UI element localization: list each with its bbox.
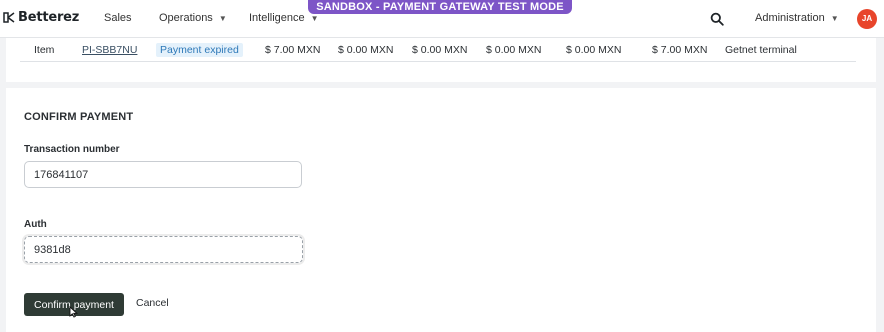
- mouse-cursor-icon: [69, 306, 78, 318]
- nav-administration-label: Administration: [755, 12, 825, 24]
- cancel-button[interactable]: Cancel: [136, 297, 169, 309]
- top-navigation: Betterez Sales Operations ▼ Intelligence…: [0, 0, 884, 38]
- items-card: Item PI-SBB7NU Payment expired $ 7.00 MX…: [6, 38, 876, 82]
- chevron-down-icon: ▼: [218, 13, 227, 23]
- nav-sales[interactable]: Sales: [104, 12, 132, 24]
- status-badge: Payment expired: [156, 43, 243, 57]
- confirm-payment-card: CONFIRM PAYMENT Transaction number Auth …: [6, 88, 876, 332]
- auth-field[interactable]: [24, 236, 303, 263]
- avatar[interactable]: JA: [857, 9, 877, 29]
- logo-icon: [3, 12, 15, 23]
- amount-cell: $ 7.00 MXN: [652, 44, 708, 56]
- search-icon[interactable]: [710, 12, 724, 26]
- nav-intelligence[interactable]: Intelligence ▼: [249, 12, 319, 24]
- transaction-number-label: Transaction number: [24, 144, 120, 155]
- table-row: Item PI-SBB7NU Payment expired $ 7.00 MX…: [20, 38, 856, 62]
- nav-operations[interactable]: Operations ▼: [159, 12, 227, 24]
- item-id-link[interactable]: PI-SBB7NU: [82, 44, 137, 56]
- auth-label: Auth: [24, 219, 47, 230]
- logo[interactable]: Betterez: [3, 10, 79, 25]
- section-title: CONFIRM PAYMENT: [24, 111, 134, 123]
- sandbox-banner: SANDBOX - PAYMENT GATEWAY TEST MODE: [308, 0, 572, 14]
- nav-operations-label: Operations: [159, 12, 213, 24]
- amount-cell: $ 0.00 MXN: [412, 44, 468, 56]
- logo-text: Betterez: [18, 10, 80, 25]
- amount-cell: $ 7.00 MXN: [265, 44, 321, 56]
- nav-administration[interactable]: Administration ▼: [755, 12, 839, 24]
- amount-cell: $ 0.00 MXN: [338, 44, 394, 56]
- amount-cell: $ 0.00 MXN: [566, 44, 622, 56]
- terminal-cell: Getnet terminal: [725, 44, 797, 56]
- transaction-number-field[interactable]: [24, 161, 302, 188]
- nav-intelligence-label: Intelligence: [249, 12, 305, 24]
- amount-cell: $ 0.00 MXN: [486, 44, 542, 56]
- nav-sales-label: Sales: [104, 12, 132, 24]
- item-type: Item: [34, 44, 55, 56]
- chevron-down-icon: ▼: [830, 13, 839, 23]
- chevron-down-icon: ▼: [310, 13, 319, 23]
